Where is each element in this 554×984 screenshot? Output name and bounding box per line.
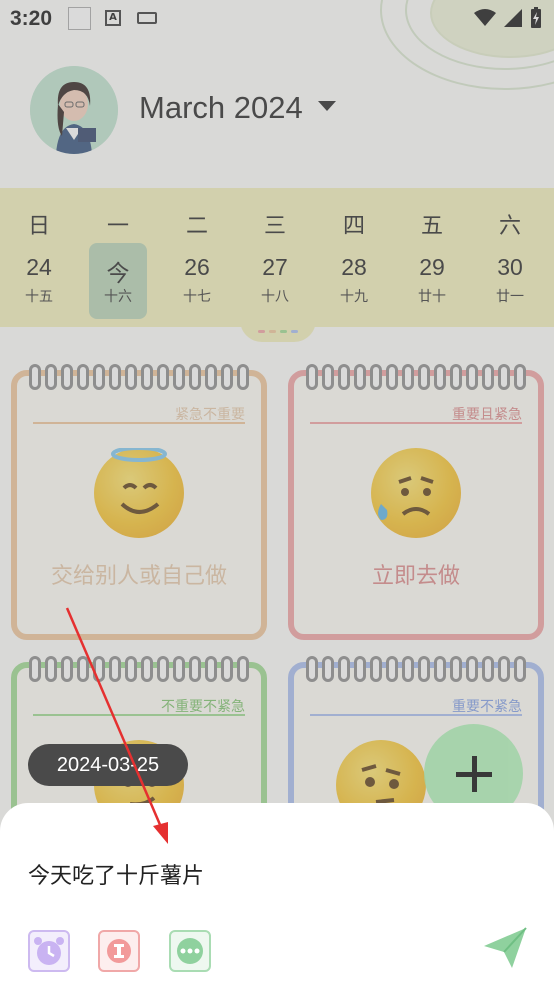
plus-icon — [455, 755, 492, 792]
selected-date-chip[interactable]: 2024-03-25 — [28, 744, 188, 786]
more-dots-icon — [177, 938, 203, 964]
alarm-clock-icon — [34, 937, 64, 965]
send-icon[interactable] — [480, 922, 530, 972]
task-text-input[interactable]: 今天吃了十斤薯片 — [28, 858, 448, 890]
task-composer-sheet: 今天吃了十斤薯片 — [0, 803, 554, 984]
app-screen: 3:20 A March 2024 日 24 十五 一 今 十六 二 26 十七… — [0, 0, 554, 984]
alarm-reminder-button[interactable] — [28, 930, 70, 972]
importance-button[interactable] — [98, 930, 140, 972]
more-options-button[interactable] — [169, 930, 211, 972]
importance-icon — [107, 939, 131, 963]
